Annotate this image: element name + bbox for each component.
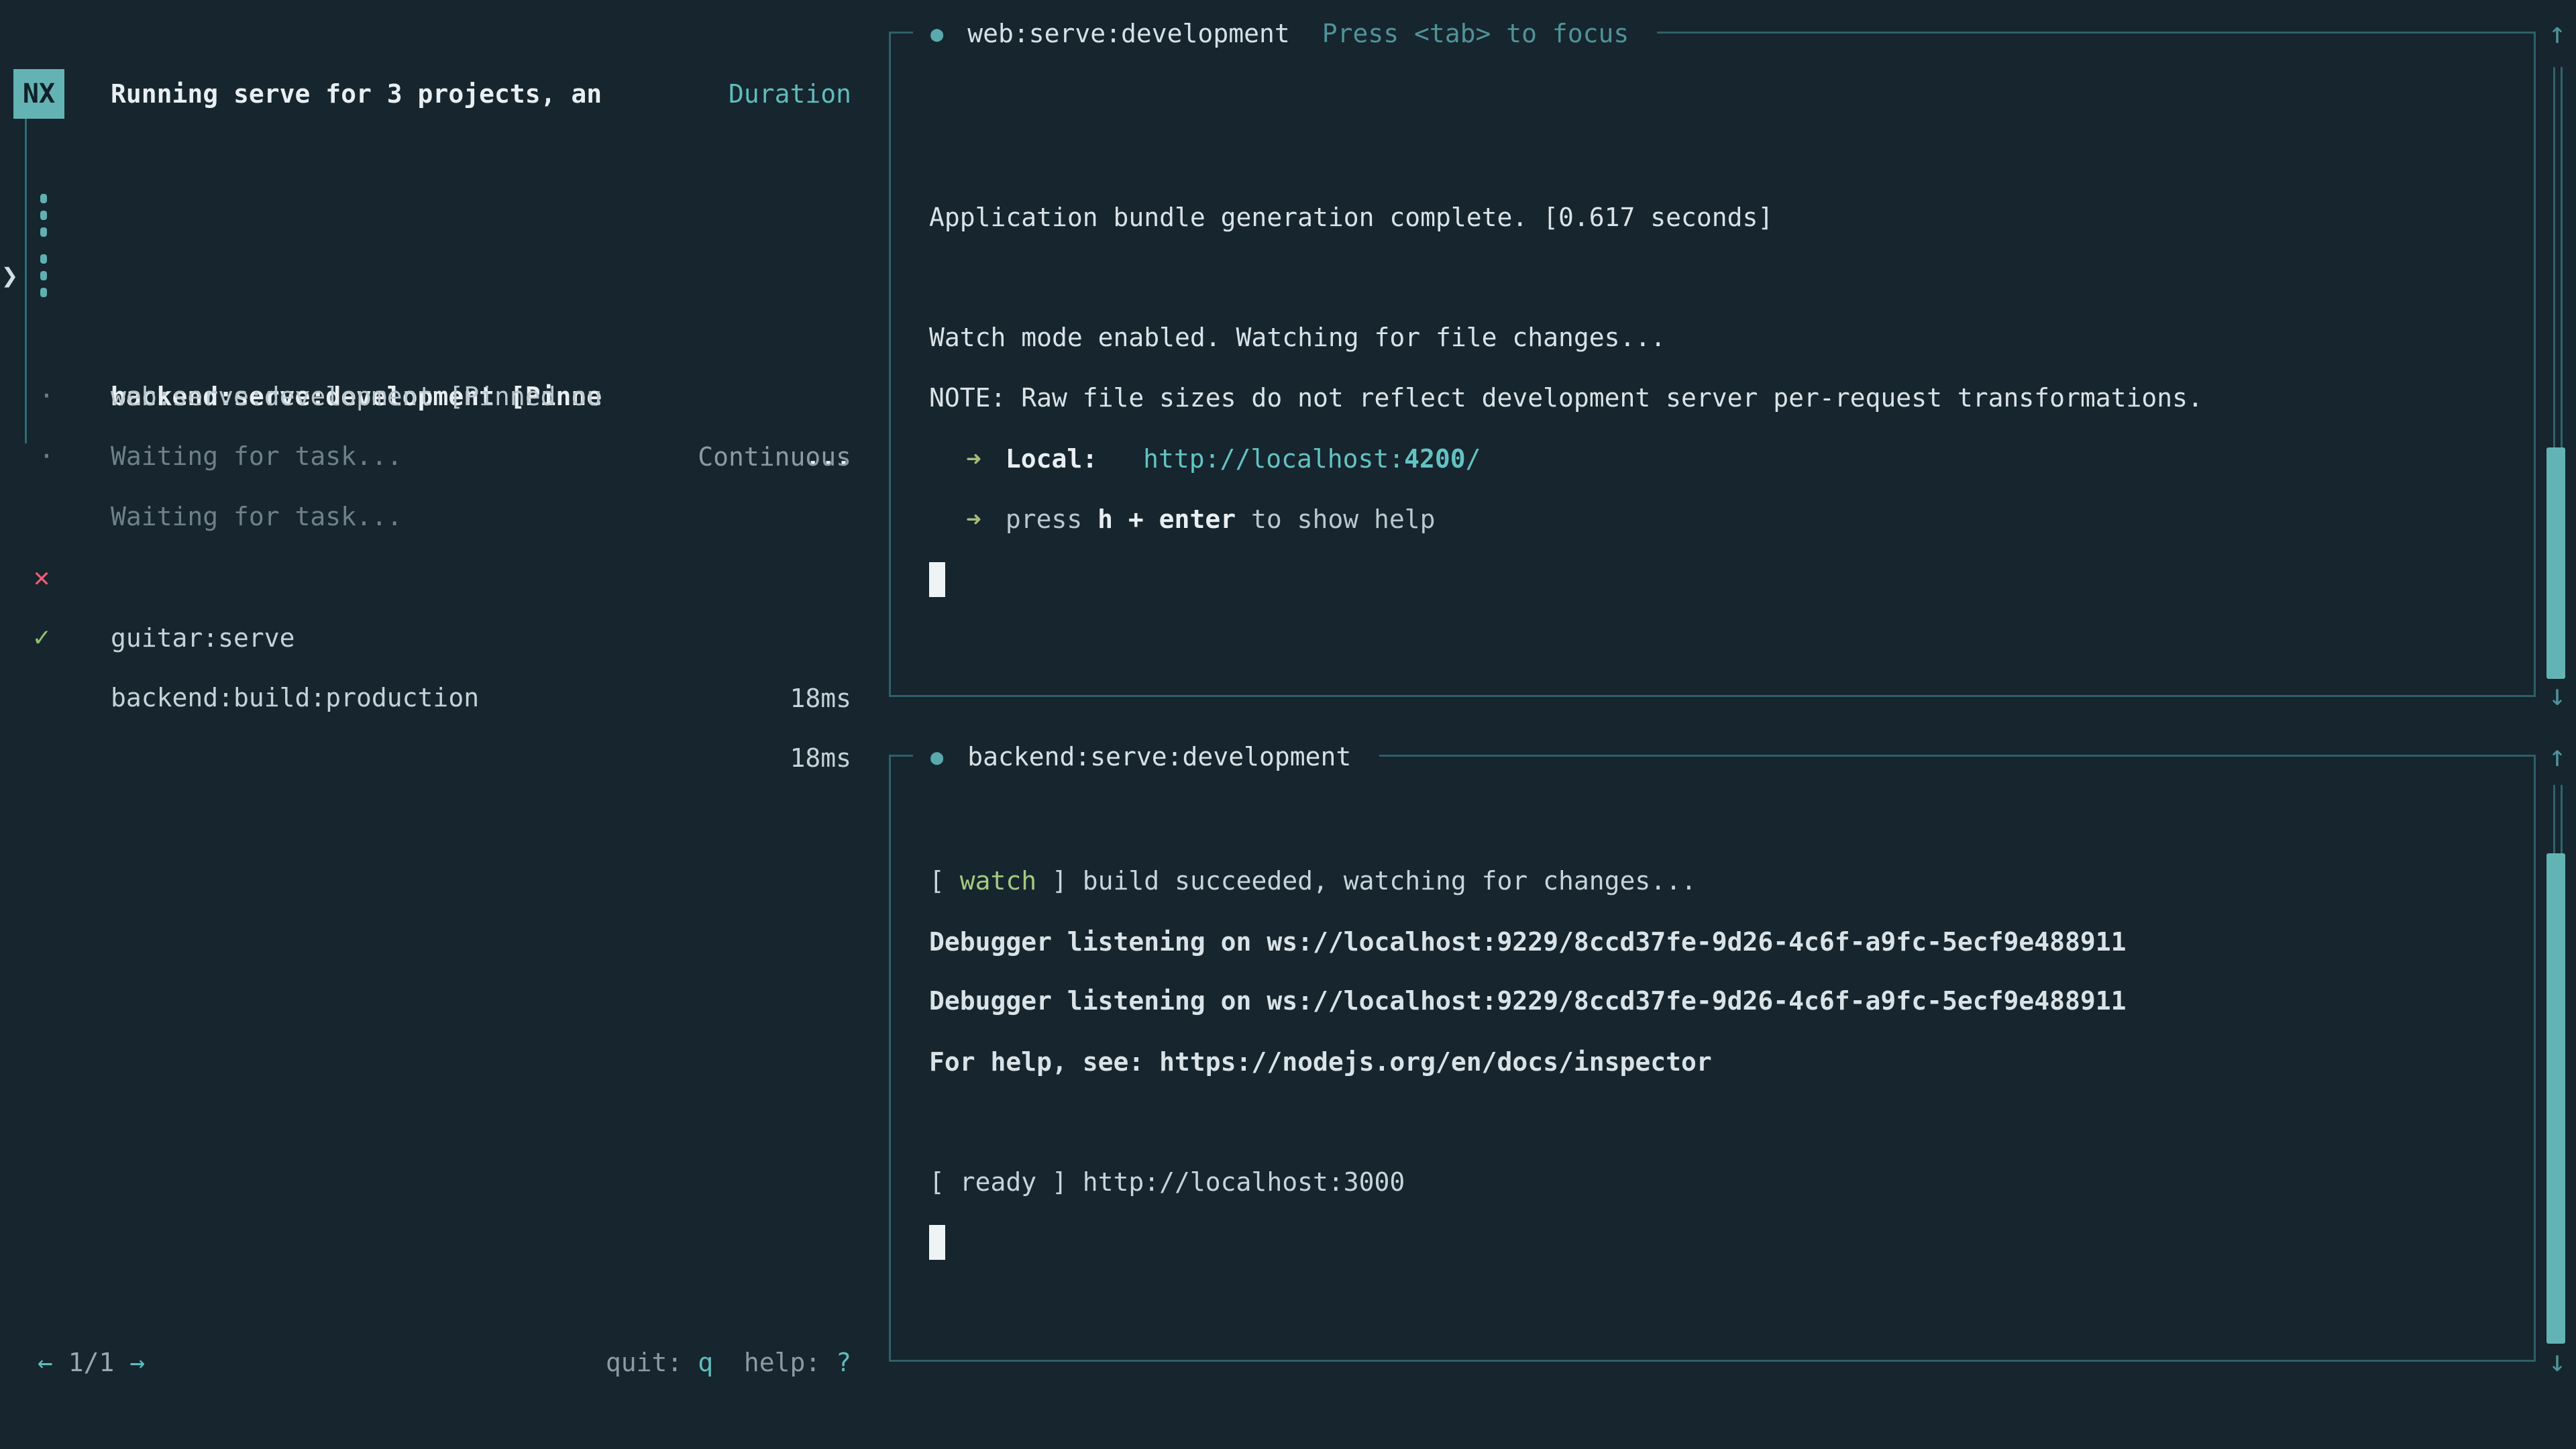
help-key: ? (836, 1348, 851, 1377)
localhost-4200-link[interactable]: http://localhost:4200/ (1143, 444, 1481, 474)
scrollbar-thumb[interactable] (2546, 853, 2565, 1344)
task-label: backend:build:production (111, 667, 479, 728)
task-list-title: Running serve for 3 projects, an (111, 64, 602, 124)
scroll-up-arrow-icon[interactable]: ↑ (2541, 3, 2573, 64)
quit-label: quit: (606, 1348, 698, 1377)
log-line-ready: [ ready ] http://localhost:3000 (929, 1152, 1405, 1212)
pane-header: ● backend:serve:development (913, 727, 1379, 787)
press-pre: press (1006, 504, 1097, 534)
log-line-bundle-complete: Application bundle generation complete. … (929, 187, 1773, 248)
spinner-icon (40, 254, 47, 297)
success-check-icon: ✓ (34, 607, 50, 667)
log-line-debugger-1: Debugger listening on ws://localhost:922… (929, 912, 2126, 972)
task-row-backend-serve[interactable]: ❯ backend:serve:development [Pinne ... (0, 185, 889, 246)
watch-tag: watch (960, 866, 1036, 896)
running-dot-icon: ● (930, 727, 943, 787)
log-line-note: NOTE: Raw file sizes do not reflect deve… (929, 368, 2203, 428)
task-label: Waiting for task... (111, 426, 402, 486)
task-row-guitar-serve[interactable]: ✕ guitar:serve 18ms (0, 487, 889, 547)
log-line-local-url: ➜ Local: http://localhost:4200/ (929, 429, 1481, 489)
press-key: h + enter (1097, 504, 1236, 534)
help-label: help: (713, 1348, 836, 1377)
pane-backend-serve-development[interactable]: ● backend:serve:development [ watch ] bu… (889, 755, 2536, 1362)
pane-title: backend:serve:development (967, 727, 1351, 787)
task-row-backend-build[interactable]: ✓ backend:build:production 18ms (0, 547, 889, 607)
log-line-debugger-2: Debugger listening on ws://localhost:922… (929, 971, 2126, 1031)
log-line-watch-succeeded: [ watch ] build succeeded, watching for … (929, 851, 1697, 911)
page-prev-arrow-icon[interactable]: ← (38, 1348, 53, 1377)
task-duration: 18ms (790, 728, 851, 788)
pane-header: ● web:serve:development Press <tab> to f… (913, 3, 1657, 64)
terminal-cursor (929, 1225, 945, 1260)
scrollbar-track[interactable] (2553, 67, 2563, 447)
duration-column-header: Duration (729, 64, 851, 124)
pane-web-serve-development[interactable]: ● web:serve:development Press <tab> to f… (889, 32, 2536, 697)
log-line-inspector-help: For help, see: https://nodejs.org/en/doc… (929, 1032, 1712, 1092)
prompt-arrow-icon: ➜ (966, 444, 981, 474)
spinner-icon (40, 194, 47, 237)
task-duration: 18ms (790, 668, 851, 729)
running-dot-icon: ● (930, 3, 943, 64)
focus-hint: Press <tab> to focus (1322, 3, 1629, 64)
nx-terminal-ui: NX Running serve for 3 projects, an Dura… (0, 0, 2576, 1449)
scroll-down-arrow-icon[interactable]: ↓ (2541, 1332, 2573, 1392)
terminal-cursor (929, 562, 945, 597)
log-line-press-help: ➜ press h + enter to show help (929, 489, 1436, 549)
page-next-arrow-icon[interactable]: → (129, 1348, 145, 1377)
press-post: to show help (1236, 504, 1435, 534)
task-status-value: Continuous (698, 427, 851, 487)
nx-logo: NX (13, 69, 64, 119)
scroll-up-arrow-icon[interactable]: ↑ (2541, 727, 2573, 787)
keyboard-hints: quit: q help: ? (606, 1332, 851, 1393)
scrollbar-thumb[interactable] (2546, 447, 2565, 679)
pane-title: web:serve:development (967, 3, 1289, 64)
page-indicator: 1/1 (68, 1348, 115, 1377)
pagination: ← 1/1 → (38, 1332, 145, 1393)
task-label: guitar:serve (111, 608, 295, 668)
quit-key: q (698, 1348, 713, 1377)
scroll-down-arrow-icon[interactable]: ↓ (2541, 665, 2573, 726)
log-line-watch-mode: Watch mode enabled. Watching for file ch… (929, 307, 1666, 368)
task-row-waiting-2[interactable]: · Waiting for task... (0, 366, 889, 426)
waiting-bullet-icon: · (39, 426, 54, 486)
scrollbar-track[interactable] (2553, 785, 2563, 853)
task-row-waiting-1[interactable]: · Waiting for task... (0, 305, 889, 366)
local-label: Local: (1006, 444, 1097, 474)
prompt-arrow-icon: ➜ (966, 504, 981, 534)
task-row-web-serve[interactable]: web:serve:development [Pinned ou Continu… (0, 246, 889, 306)
